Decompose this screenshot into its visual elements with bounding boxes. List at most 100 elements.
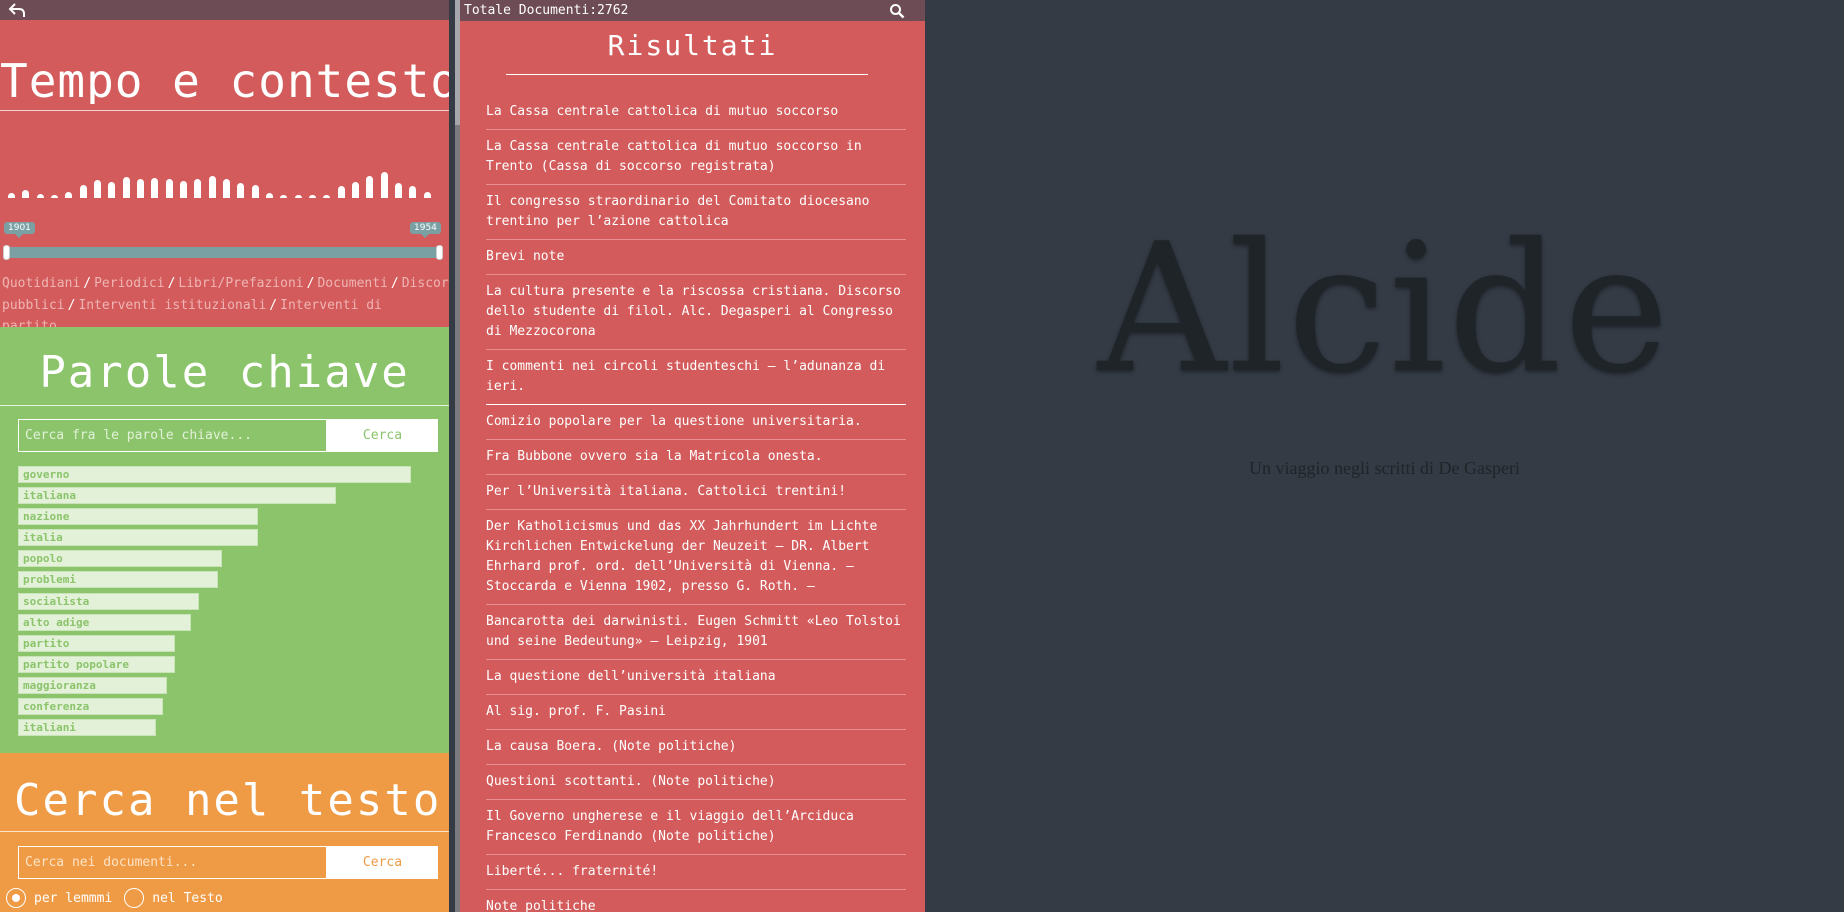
- histogram-bar: [194, 179, 202, 198]
- histogram-bar: [8, 193, 15, 198]
- result-item[interactable]: Brevi note: [486, 240, 906, 275]
- time-context-section: Tempo e contesto 1901 1954 Quotidiani / Pe…: [0, 20, 449, 334]
- app-logo-title: Alcide: [1097, 205, 1672, 412]
- keyword-bar[interactable]: conferenza: [18, 698, 163, 716]
- year-range-slider[interactable]: [6, 247, 442, 258]
- landing-panel: Alcide Un viaggio negli scritti di De Ga…: [925, 0, 1844, 912]
- results-panel: Totale Documenti:2762 Risultati La Cassa…: [460, 0, 925, 912]
- result-item[interactable]: La Cassa centrale cattolica di mutuo soc…: [486, 95, 906, 130]
- histogram-bar: [423, 192, 431, 198]
- text-search-input[interactable]: [18, 846, 327, 879]
- result-item[interactable]: Der Katholicismus und das XX Jahrhundert…: [486, 510, 906, 605]
- separator: /: [390, 276, 399, 291]
- keyword-bar[interactable]: problemi: [18, 571, 218, 589]
- doc-type-filter[interactable]: Libri/Prefazioni: [178, 276, 303, 291]
- doc-type-filter[interactable]: Interventi istituzionali: [78, 298, 266, 313]
- result-item[interactable]: Comizio popolare per la questione univer…: [486, 405, 906, 440]
- keyword-search-button[interactable]: Cerca: [327, 419, 438, 452]
- left-panel: Tempo e contesto 1901 1954 Quotidiani / Pe…: [0, 0, 449, 912]
- keywords-section: Parole chiave Cerca governo italiana nazio…: [0, 327, 449, 753]
- histogram-bar: [94, 180, 101, 198]
- text-search-button[interactable]: Cerca: [327, 846, 438, 879]
- result-item[interactable]: La Cassa centrale cattolica di mutuo soc…: [486, 130, 906, 185]
- separator: /: [306, 276, 315, 291]
- separator: /: [67, 297, 76, 313]
- keyword-bar[interactable]: italiana: [18, 487, 336, 505]
- back-arrow-icon[interactable]: [8, 2, 26, 18]
- result-item[interactable]: Al sig. prof. F. Pasini: [486, 695, 906, 730]
- histogram-bar: [266, 193, 273, 198]
- result-item[interactable]: Per l’Università italiana. Cattolici tre…: [486, 475, 906, 510]
- histogram-bar: [79, 185, 87, 198]
- keyword-bar[interactable]: socialista: [18, 592, 199, 610]
- histogram-bar: [165, 179, 173, 198]
- slider-min-label: 1901: [4, 222, 35, 238]
- result-item[interactable]: Fra Bubbone ovvero sia la Matricola ones…: [486, 440, 906, 475]
- keyword-bar[interactable]: partito: [18, 634, 175, 652]
- slider-max-handle[interactable]: [436, 245, 443, 260]
- histogram-bar: [22, 190, 30, 198]
- histogram-bar: [65, 192, 73, 198]
- keyword-search-row: Cerca: [18, 419, 438, 452]
- result-item[interactable]: Il Governo ungherese e il viaggio dell’A…: [486, 800, 906, 855]
- histogram-bar: [36, 194, 44, 198]
- result-item[interactable]: La causa Boera. (Note politiche): [486, 730, 906, 765]
- results-top-bar: Totale Documenti:2762: [460, 0, 925, 21]
- histogram-bar: [51, 195, 58, 198]
- histogram-bar: [323, 195, 331, 198]
- doc-type-filter[interactable]: Periodici: [94, 276, 164, 291]
- keyword-bar[interactable]: italiani: [18, 719, 156, 737]
- search-icon[interactable]: [889, 3, 905, 19]
- result-item[interactable]: La cultura presente e la riscossa cristi…: [486, 275, 906, 350]
- divider: [0, 110, 449, 111]
- doc-type-filter[interactable]: Quotidiani: [2, 276, 80, 291]
- histogram-bar: [223, 179, 230, 198]
- slider-min-handle[interactable]: [3, 245, 10, 260]
- radio-lemmi-label: per lemmmi: [34, 890, 113, 906]
- histogram-bar: [395, 183, 402, 198]
- left-top-bar: [0, 0, 449, 20]
- histogram-bar: [237, 183, 245, 198]
- divider: [506, 74, 868, 75]
- keyword-search-input[interactable]: [18, 419, 327, 452]
- histogram-bar: [122, 177, 130, 198]
- keyword-list: governo italiana nazione italia popolo proble…: [18, 466, 438, 740]
- radio-selected-dot: [12, 894, 20, 902]
- keyword-bar[interactable]: popolo: [18, 550, 222, 568]
- histogram-bar: [352, 182, 359, 198]
- radio-lemmi[interactable]: [6, 888, 26, 908]
- histogram-bar: [251, 185, 259, 198]
- divider: [0, 405, 449, 406]
- keyword-bar[interactable]: italia: [18, 529, 258, 547]
- histogram-bar: [337, 186, 345, 198]
- keyword-bar[interactable]: partito popolare: [18, 655, 175, 673]
- text-search-section: Cerca nel testo Cerca per lemmmi nel Tes…: [0, 753, 449, 912]
- histogram-bar: [366, 176, 374, 198]
- doc-type-filter[interactable]: Documenti: [317, 276, 387, 291]
- histogram-bar: [280, 195, 288, 198]
- result-item[interactable]: Questioni scottanti. (Note politiche): [486, 765, 906, 800]
- result-item[interactable]: I commenti nei circoli studenteschi – l’…: [486, 350, 906, 405]
- keyword-bar[interactable]: nazione: [18, 508, 258, 526]
- keyword-bar[interactable]: maggioranza: [18, 676, 167, 694]
- search-mode-options: per lemmmi nel Testo: [6, 888, 223, 908]
- keyword-bar[interactable]: alto adige: [18, 613, 191, 631]
- result-item[interactable]: Liberté... fraternité!: [486, 855, 906, 890]
- result-item[interactable]: La questione dell’università italiana: [486, 660, 906, 695]
- histogram-bar: [137, 179, 144, 198]
- slider-max-label: 1954: [410, 222, 441, 238]
- result-item[interactable]: Note politiche: [486, 890, 906, 912]
- keywords-title: Parole chiave: [39, 347, 410, 398]
- results-list: La Cassa centrale cattolica di mutuo soc…: [486, 95, 906, 912]
- result-item[interactable]: Il congresso straordinario del Comitato …: [486, 185, 906, 240]
- radio-testo[interactable]: [124, 888, 145, 908]
- time-context-title: Tempo e contesto: [0, 54, 449, 104]
- total-documents: Totale Documenti:2762: [464, 3, 629, 18]
- histogram-bar: [108, 182, 116, 198]
- keyword-bar[interactable]: governo: [18, 466, 411, 483]
- histogram-bar: [309, 195, 316, 198]
- divider: [0, 831, 449, 832]
- separator: /: [83, 276, 92, 291]
- histogram-bar: [151, 178, 159, 198]
- result-item[interactable]: Bancarotta dei darwinisti. Eugen Schmitt…: [486, 605, 906, 660]
